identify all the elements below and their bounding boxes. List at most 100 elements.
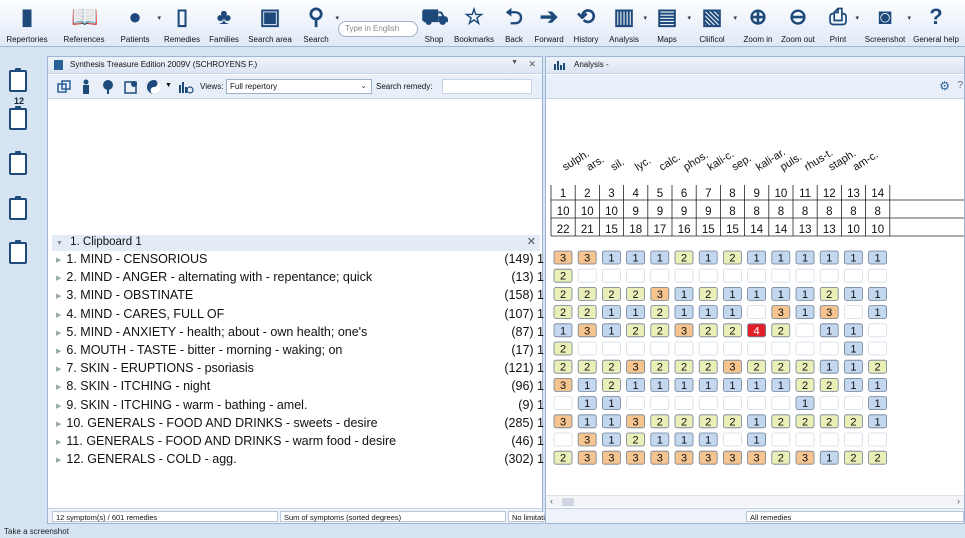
rubric-row[interactable]: ▶ 10. GENERALS - FOOD AND DRINKS - sweets… bbox=[56, 416, 544, 432]
rubric-row[interactable]: ▶ 6. MOUTH - TASTE - bitter - morning - w… bbox=[56, 343, 544, 359]
toolbar-button-forward[interactable]: ➔ Forward bbox=[530, 1, 568, 46]
grade-cell-empty bbox=[795, 341, 815, 356]
figure-tool-icon[interactable] bbox=[78, 79, 94, 95]
clipboard-tool-icon[interactable] bbox=[56, 79, 72, 95]
expand-icon[interactable]: ▶ bbox=[56, 366, 61, 373]
clipboard-icon[interactable] bbox=[9, 196, 27, 220]
analysis-sum-cell: 18 bbox=[629, 224, 642, 236]
grade-value: 4 bbox=[754, 325, 760, 337]
chevron-down-icon[interactable]: ▼ bbox=[165, 82, 172, 89]
toolbar-button-search[interactable]: ⚲ ▾ Search bbox=[296, 1, 339, 46]
grade-value: 2 bbox=[633, 435, 639, 447]
expand-icon[interactable]: ▶ bbox=[56, 384, 61, 391]
toolbar-button-references[interactable]: 📖 References bbox=[58, 1, 110, 46]
grade-value: 2 bbox=[657, 416, 663, 428]
analysis-tool-icon[interactable] bbox=[178, 79, 194, 95]
chevron-down-icon[interactable]: ▾ bbox=[733, 14, 737, 22]
expand-icon[interactable]: ▶ bbox=[56, 457, 61, 464]
remedy-label: am-c. bbox=[851, 149, 881, 174]
toolbar-button-print[interactable]: ⎙ ▾ Print bbox=[820, 1, 859, 46]
expand-icon[interactable]: ▶ bbox=[56, 330, 61, 337]
toolbar-button-families[interactable]: ♣ Families bbox=[204, 1, 244, 46]
yin-yang-icon[interactable] bbox=[146, 79, 162, 95]
toolbar-button-zoom-out[interactable]: ⊖ Zoom out bbox=[778, 1, 818, 46]
scroll-right-icon[interactable]: › bbox=[957, 496, 960, 506]
clipboard-icon[interactable] bbox=[9, 240, 27, 264]
rubric-row[interactable]: ▶ 7. SKIN - ERUPTIONS - psoriasis (121) 1 bbox=[56, 361, 544, 377]
rubric-row[interactable]: ▶ 9. SKIN - ITCHING - warm - bathing - am… bbox=[56, 398, 544, 414]
toolbar-button-screenshot[interactable]: ◙ ▾ Screenshot bbox=[862, 1, 911, 46]
map-tool-icon[interactable] bbox=[123, 79, 139, 95]
horizontal-scrollbar[interactable]: ‹ › bbox=[546, 495, 964, 507]
toolbar-button-history[interactable]: ⟲ History bbox=[568, 1, 604, 46]
rubric-row[interactable]: ▶ 12. GENERALS - COLD - agg. (302) 1 bbox=[56, 452, 544, 468]
analysis-tab[interactable]: Analysis - bbox=[546, 57, 964, 74]
grade-value: 1 bbox=[608, 398, 614, 410]
rubric-row[interactable]: ▶ 3. MIND - OBSTINATE (158) 1 bbox=[56, 288, 544, 304]
toolbar-button-analysis[interactable]: ▥ ▾ Analysis bbox=[604, 1, 647, 46]
chevron-down-icon[interactable]: ▾ bbox=[157, 14, 161, 22]
analysis-count-cell: 8 bbox=[826, 206, 832, 218]
tree-tool-icon[interactable] bbox=[100, 79, 116, 95]
help-icon[interactable]: ? bbox=[957, 80, 963, 91]
views-select[interactable]: Full repertory ⌄ bbox=[226, 79, 372, 94]
toolbar-button-bookmarks[interactable]: ☆ Bookmarks bbox=[450, 1, 498, 46]
toolbar-button-search-area[interactable]: ▣ Search area bbox=[246, 1, 294, 46]
analysis-sum-cell: 13 bbox=[799, 224, 812, 236]
clipboard-icon[interactable] bbox=[9, 106, 27, 130]
collapse-icon[interactable]: ▼ bbox=[56, 240, 63, 247]
clipboard-icon[interactable] bbox=[9, 151, 27, 175]
expand-icon[interactable]: ▶ bbox=[56, 275, 61, 282]
analysis-count-cell: 8 bbox=[850, 206, 856, 218]
toolbar-button-remedies[interactable]: ▯ Remedies bbox=[162, 1, 202, 46]
remedy-label: calc. bbox=[657, 151, 683, 173]
grade-cell-empty bbox=[771, 396, 791, 411]
rubric-row[interactable]: ▶ 4. MIND - CARES, FULL OF (107) 1 bbox=[56, 307, 544, 323]
toolbar-button-back[interactable]: ⮌ Back bbox=[500, 1, 528, 46]
toolbar-button-cliificol[interactable]: ▧ ▾ Cliificol bbox=[690, 1, 737, 46]
clipboard-header[interactable]: ▼ 1. Clipboard 1 ✕ bbox=[52, 235, 540, 251]
chevron-down-icon[interactable]: ▾ bbox=[855, 14, 859, 22]
analysis-sum-cell: 15 bbox=[702, 224, 715, 236]
rubric-count: (46) 1 bbox=[511, 434, 544, 448]
scroll-thumb[interactable] bbox=[562, 498, 574, 506]
clipboard-icon[interactable] bbox=[9, 68, 27, 92]
gear-icon[interactable]: ⚙ bbox=[939, 79, 950, 93]
expand-icon[interactable]: ▶ bbox=[56, 403, 61, 410]
rubric-row[interactable]: ▶ 2. MIND - ANGER - alternating with - re… bbox=[56, 270, 544, 286]
rubric-row[interactable]: ▶ 11. GENERALS - FOOD AND DRINKS - warm f… bbox=[56, 434, 544, 450]
rubric-label: 5. MIND - ANXIETY - health; about - own … bbox=[66, 324, 368, 339]
scroll-left-icon[interactable]: ‹ bbox=[550, 496, 553, 506]
analysis-count-cell: 9 bbox=[681, 206, 687, 218]
expand-icon[interactable]: ▶ bbox=[56, 293, 61, 300]
toolbar-button-zoom-in[interactable]: ⊕ Zoom in bbox=[740, 1, 776, 46]
expand-icon[interactable]: ▶ bbox=[56, 421, 61, 428]
toolbar-button-repertories[interactable]: ▮ Repertories bbox=[0, 1, 54, 46]
main-toolbar: ▮ Repertories 📖 References ● ▾ Patients ▯ Remedi… bbox=[0, 0, 965, 47]
expand-icon[interactable]: ▶ bbox=[56, 257, 61, 264]
search-type-input[interactable]: Type in English bbox=[338, 21, 418, 37]
toolbar-button-shop[interactable]: ⛟ Shop bbox=[420, 1, 449, 46]
tab-menu-icon[interactable]: ▼ bbox=[511, 59, 518, 66]
expand-icon[interactable]: ▶ bbox=[56, 439, 61, 446]
grade-value: 2 bbox=[633, 325, 639, 337]
expand-icon[interactable]: ▶ bbox=[56, 348, 61, 355]
grade-value: 2 bbox=[754, 362, 760, 374]
grade-cell-empty bbox=[577, 341, 597, 356]
grade-cell-empty bbox=[747, 305, 767, 320]
rubric-row[interactable]: ▶ 5. MIND - ANXIETY - health; about - own… bbox=[56, 325, 544, 341]
toolbar-label: History bbox=[573, 35, 599, 44]
expand-icon[interactable]: ▶ bbox=[56, 312, 61, 319]
toolbar-button-general-help[interactable]: ? General help bbox=[910, 1, 962, 46]
repertory-tab[interactable]: Synthesis Treasure Edition 2009V (SCHROY… bbox=[48, 57, 542, 74]
rubric-row[interactable]: ▶ 8. SKIN - ITCHING - night (96) 1 bbox=[56, 379, 544, 395]
chevron-down-icon[interactable]: ▾ bbox=[335, 14, 339, 22]
toolbar-button-maps[interactable]: ▤ ▾ Maps bbox=[646, 1, 691, 46]
rubric-row[interactable]: ▶ 1. MIND - CENSORIOUS (149) 1 bbox=[56, 252, 544, 268]
grade-value: 3 bbox=[584, 435, 590, 447]
search-remedy-input[interactable] bbox=[442, 79, 532, 94]
views-label: Views: bbox=[200, 82, 224, 91]
toolbar-button-patients[interactable]: ● ▾ Patients bbox=[112, 1, 161, 46]
close-icon[interactable]: ✕ bbox=[527, 235, 536, 248]
close-icon[interactable]: ✕ bbox=[528, 59, 536, 70]
